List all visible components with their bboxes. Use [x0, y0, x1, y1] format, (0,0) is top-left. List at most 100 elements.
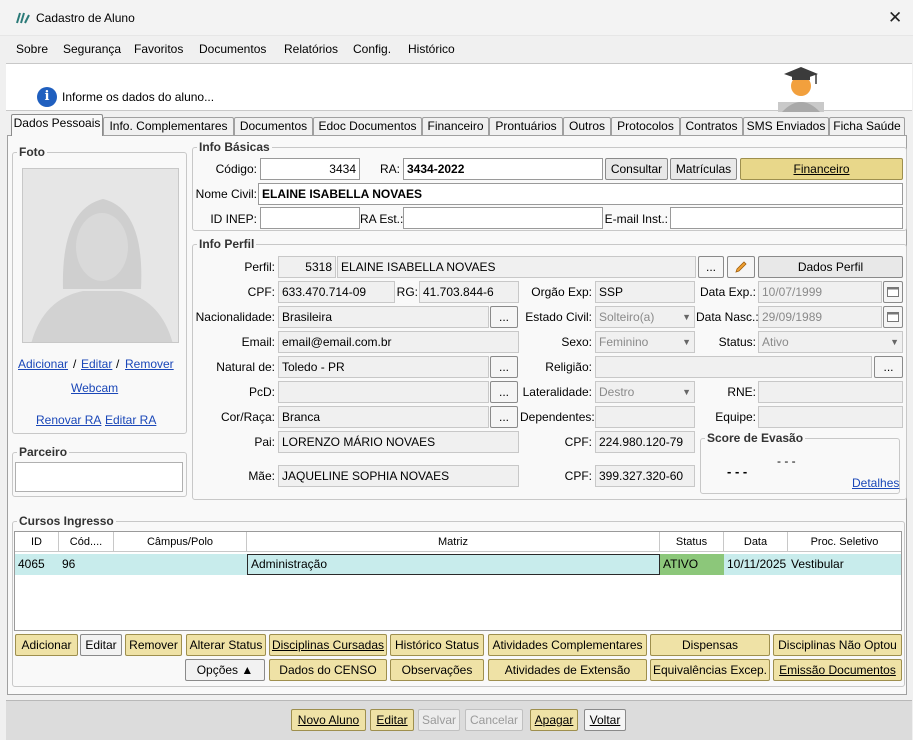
matriculas-button[interactable]: Matrículas [670, 158, 737, 180]
close-icon[interactable]: ✕ [888, 8, 902, 28]
editar-curso-button[interactable]: Editar [80, 634, 122, 656]
dispensas-button[interactable]: Dispensas [650, 634, 770, 656]
ra-est-field[interactable] [403, 207, 603, 229]
nacionalidade-field[interactable]: Brasileira [278, 306, 489, 328]
tab-prontuarios[interactable]: Prontuários [489, 117, 563, 135]
tab-ficha-saude[interactable]: Ficha Saúde [829, 117, 905, 135]
atividades-complementares-button[interactable]: Atividades Complementares [488, 634, 647, 656]
menu-relatorios[interactable]: Relatórios [284, 42, 338, 56]
lateralidade-select[interactable]: Destro ▼ [595, 381, 695, 403]
disciplinas-nao-optou-button[interactable]: Disciplinas Não Optou [773, 634, 902, 656]
email-field[interactable]: email@email.com.br [278, 331, 519, 353]
table-header-matriz[interactable]: Matriz [247, 532, 660, 552]
cpf-pai-field[interactable]: 224.980.120-79 [595, 431, 695, 453]
editar-aluno-button[interactable]: Editar [370, 709, 414, 731]
detalhes-link[interactable]: Detalhes [852, 476, 899, 490]
foto-remover-link[interactable]: Remover [125, 357, 174, 371]
calendar-icon[interactable] [883, 306, 903, 328]
email-inst-field[interactable] [670, 207, 903, 229]
renovar-ra-link[interactable]: Renovar RA [36, 413, 101, 427]
observacoes-button[interactable]: Observações [390, 659, 484, 681]
table-cell-id[interactable]: 4065 [15, 554, 59, 575]
menu-documentos[interactable]: Documentos [199, 42, 266, 56]
mae-field[interactable]: JAQUELINE SOPHIA NOVAES [278, 465, 519, 487]
menu-historico[interactable]: Histórico [408, 42, 455, 56]
equivalencias-button[interactable]: Equivalências Excep. [650, 659, 770, 681]
cpf-mae-field[interactable]: 399.327.320-60 [595, 465, 695, 487]
dependentes-field[interactable] [595, 406, 695, 428]
parceiro-field[interactable] [15, 462, 183, 492]
table-cell-cod[interactable]: 96 [59, 554, 114, 575]
menu-favoritos[interactable]: Favoritos [134, 42, 183, 56]
table-header-id[interactable]: ID [15, 532, 59, 552]
table-cell-proc[interactable]: Vestibular [788, 554, 901, 575]
nome-civil-field[interactable]: ELAINE ISABELLA NOVAES [258, 183, 903, 205]
data-nasc-field[interactable]: 29/09/1989 [758, 306, 882, 328]
remover-curso-button[interactable]: Remover [125, 634, 182, 656]
tab-sms-enviados[interactable]: SMS Enviados [743, 117, 829, 135]
apagar-button[interactable]: Apagar [530, 709, 578, 731]
table-cell-data[interactable]: 10/11/2025 [724, 554, 788, 575]
cor-raca-field[interactable]: Branca [278, 406, 489, 428]
cor-raca-lookup-button[interactable]: ... [490, 406, 518, 428]
rg-field[interactable]: 41.703.844-6 [419, 281, 519, 303]
webcam-link[interactable]: Webcam [71, 381, 118, 395]
table-header-cod[interactable]: Cód.... [59, 532, 114, 552]
natural-lookup-button[interactable]: ... [490, 356, 518, 378]
estado-civil-select[interactable]: Solteiro(a) ▼ [595, 306, 695, 328]
tab-documentos[interactable]: Documentos [234, 117, 313, 135]
calendar-icon[interactable] [883, 281, 903, 303]
tab-contratos[interactable]: Contratos [680, 117, 743, 135]
financeiro-button[interactable]: Financeiro [740, 158, 903, 180]
cpf-field[interactable]: 633.470.714-09 [278, 281, 395, 303]
menu-seguranca[interactable]: Segurança [63, 42, 121, 56]
perfil-lookup-button[interactable]: ... [698, 256, 724, 278]
data-exp-field[interactable]: 10/07/1999 [758, 281, 882, 303]
menu-config[interactable]: Config. [353, 42, 391, 56]
id-inep-field[interactable] [260, 207, 360, 229]
emissao-documentos-button[interactable]: Emissão Documentos [773, 659, 902, 681]
status-select[interactable]: Ativo ▼ [758, 331, 903, 353]
table-header-campus[interactable]: Câmpus/Polo [114, 532, 247, 552]
editar-ra-link[interactable]: Editar RA [105, 413, 156, 427]
sexo-select[interactable]: Feminino ▼ [595, 331, 695, 353]
tab-dados-pessoais[interactable]: Dados Pessoais [11, 114, 103, 136]
table-header-proc[interactable]: Proc. Seletivo [788, 532, 901, 552]
pencil-icon[interactable] [727, 256, 755, 278]
nacionalidade-lookup-button[interactable]: ... [490, 306, 518, 328]
ra-field[interactable]: 3434-2022 [403, 158, 603, 180]
pcd-field[interactable] [278, 381, 489, 403]
table-cell-status[interactable]: ATIVO [660, 554, 724, 575]
religiao-lookup-button[interactable]: ... [874, 356, 903, 378]
tab-financeiro[interactable]: Financeiro [422, 117, 489, 135]
cancelar-button[interactable]: Cancelar [465, 709, 523, 731]
cursos-table[interactable]: ID Cód.... Câmpus/Polo Matriz Status Dat… [14, 531, 902, 631]
dados-censo-button[interactable]: Dados do CENSO [269, 659, 387, 681]
tab-edoc-documentos[interactable]: Edoc Documentos [313, 117, 422, 135]
disciplinas-cursadas-button[interactable]: Disciplinas Cursadas [269, 634, 387, 656]
religiao-field[interactable] [595, 356, 872, 378]
historico-status-button[interactable]: Histórico Status [390, 634, 484, 656]
menu-sobre[interactable]: Sobre [16, 42, 48, 56]
voltar-button[interactable]: Voltar [584, 709, 626, 731]
consultar-button[interactable]: Consultar [605, 158, 668, 180]
natural-field[interactable]: Toledo - PR [278, 356, 489, 378]
atividades-extensao-button[interactable]: Atividades de Extensão [488, 659, 647, 681]
equipe-field[interactable] [758, 406, 903, 428]
dados-perfil-button[interactable]: Dados Perfil [758, 256, 903, 278]
alterar-status-button[interactable]: Alterar Status [186, 634, 266, 656]
tab-info-complementares[interactable]: Info. Complementares [103, 117, 234, 135]
table-cell-campus[interactable] [114, 554, 247, 575]
pcd-lookup-button[interactable]: ... [490, 381, 518, 403]
orgao-exp-field[interactable]: SSP [595, 281, 695, 303]
tab-protocolos[interactable]: Protocolos [611, 117, 680, 135]
foto-editar-link[interactable]: Editar [81, 357, 112, 371]
opcoes-button[interactable]: Opções ▲ [185, 659, 265, 681]
foto-adicionar-link[interactable]: Adicionar [18, 357, 68, 371]
pai-field[interactable]: LORENZO MÁRIO NOVAES [278, 431, 519, 453]
salvar-button[interactable]: Salvar [418, 709, 460, 731]
rne-field[interactable] [758, 381, 903, 403]
adicionar-curso-button[interactable]: Adicionar [15, 634, 78, 656]
table-header-status[interactable]: Status [660, 532, 724, 552]
table-header-data[interactable]: Data [724, 532, 788, 552]
